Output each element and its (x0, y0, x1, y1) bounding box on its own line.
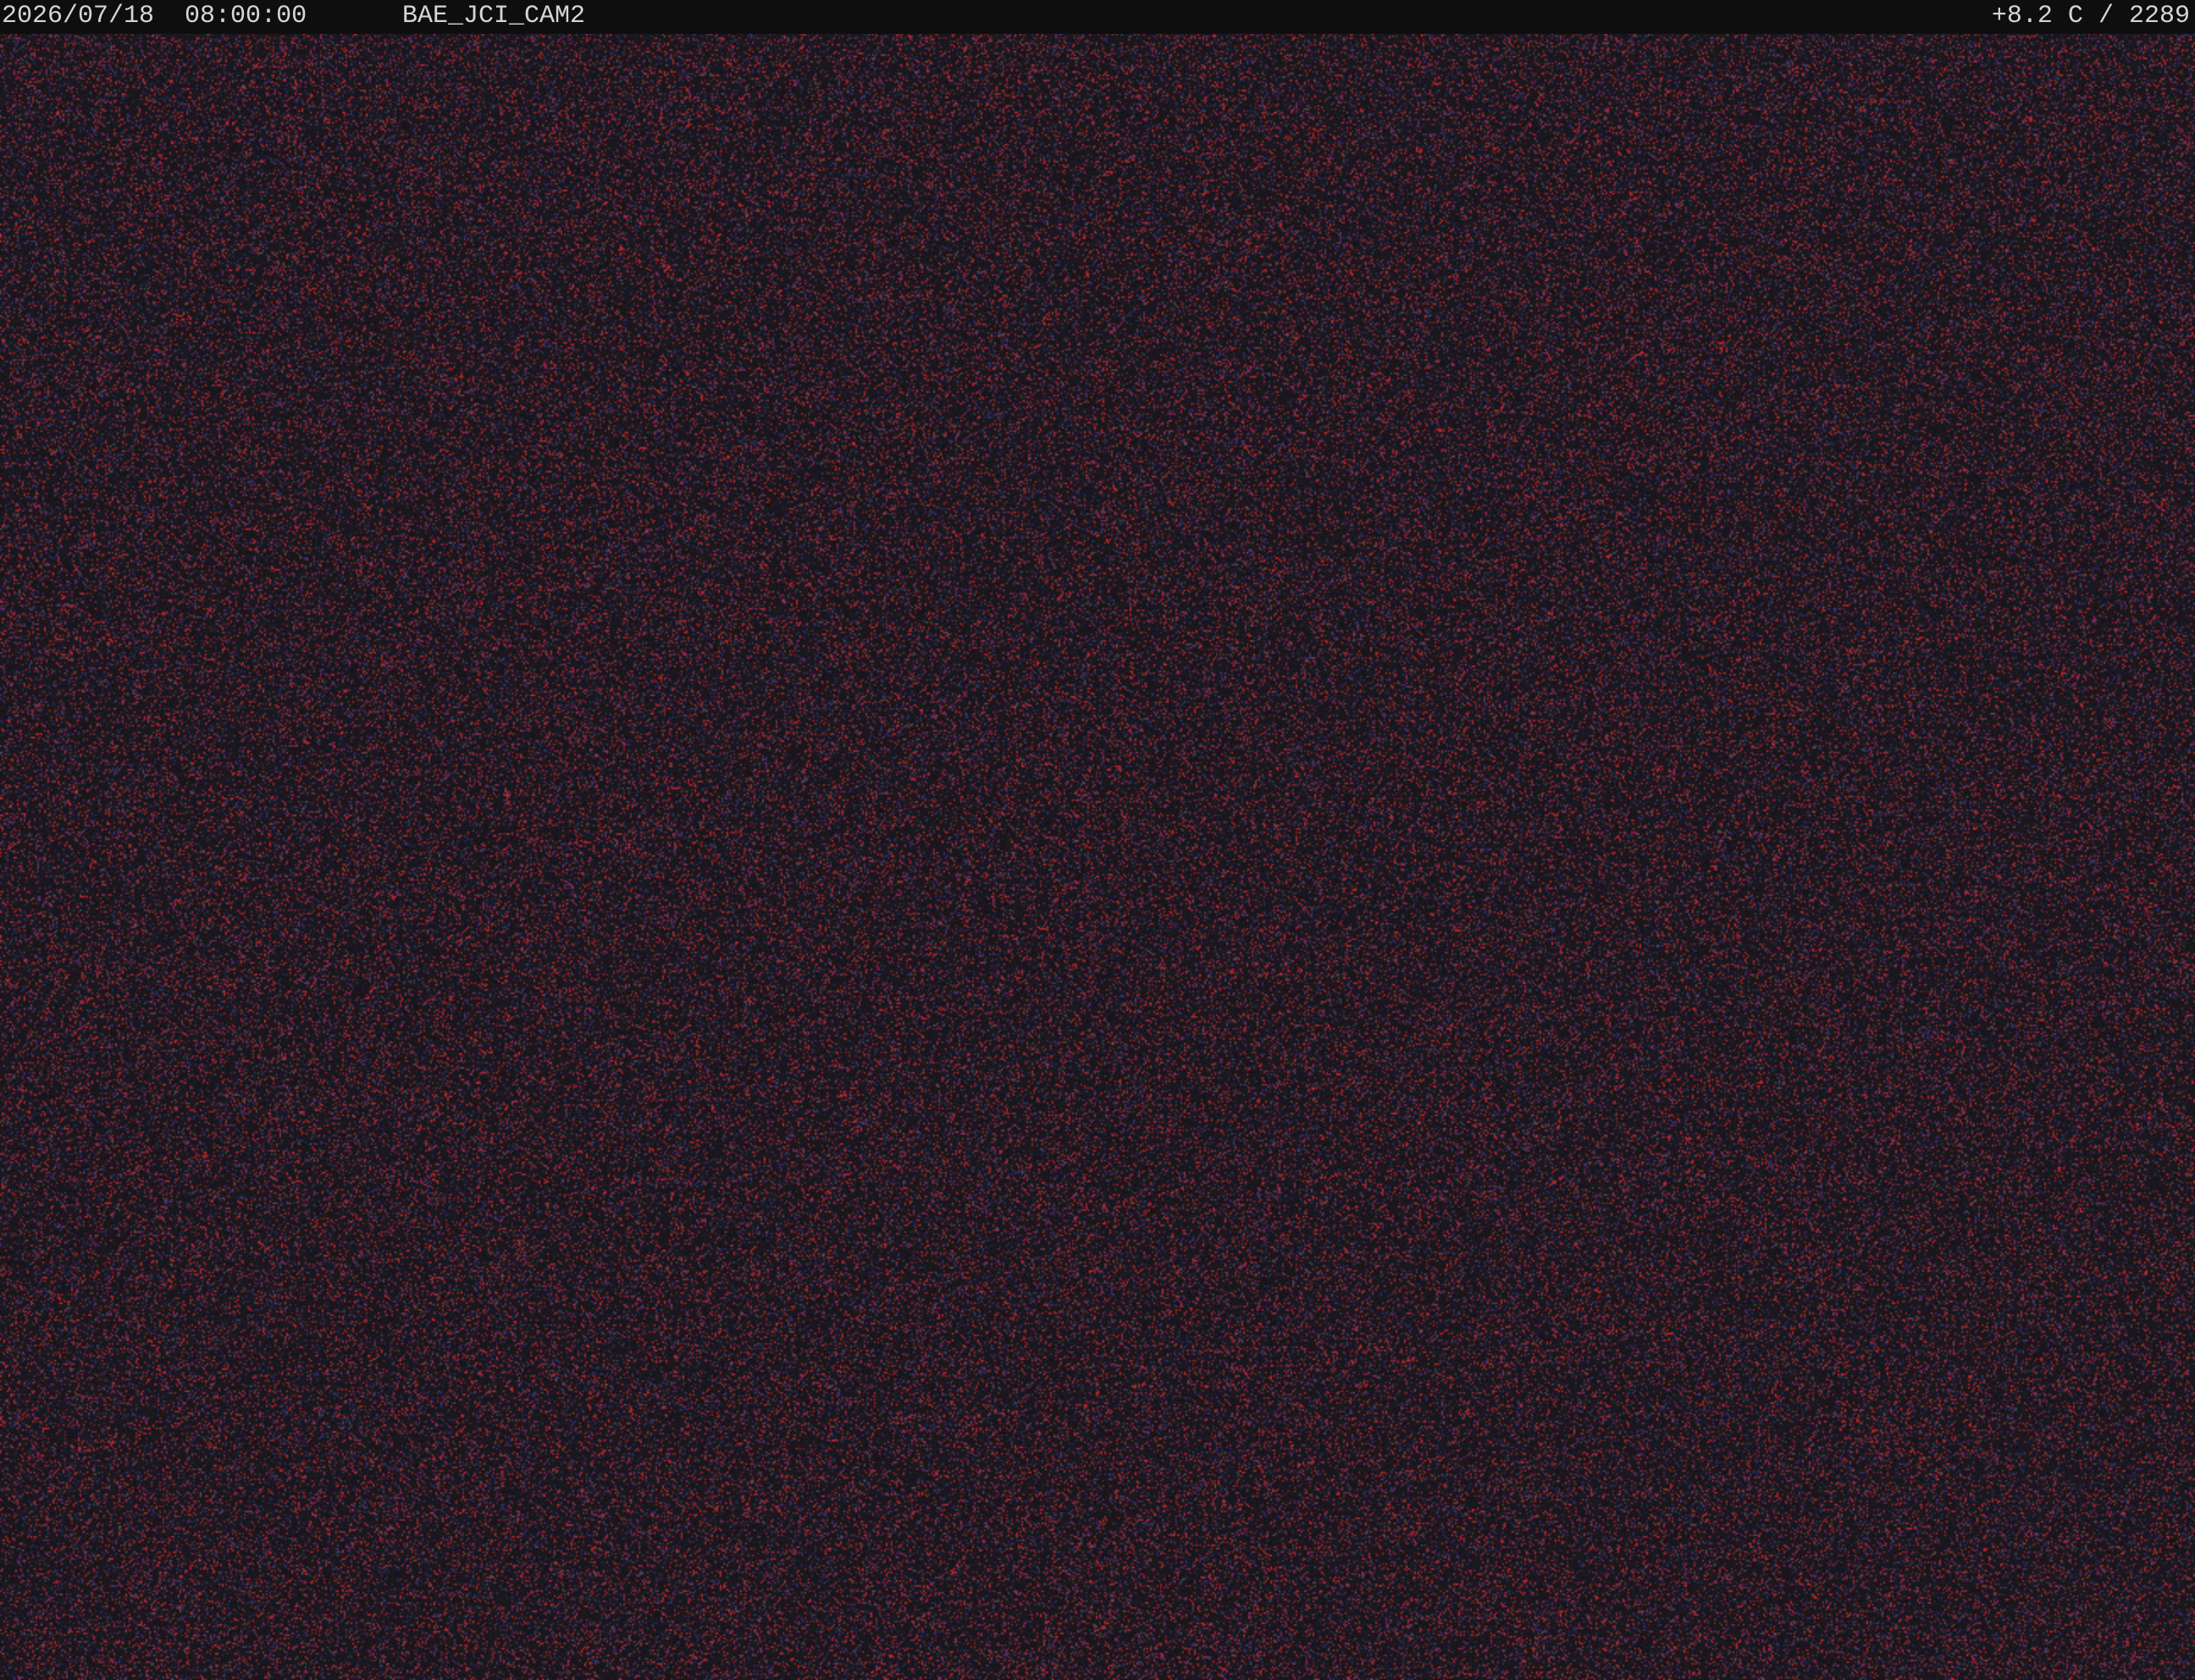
timestamp-overlay-bar: 2026/07/18 08:00:00 BAE_JCI_CAM2 +8.2 C … (0, 0, 2195, 34)
time-text: 08:00:00 (185, 2, 307, 30)
separator-text: / (2098, 2, 2114, 30)
frame-counter-text: 2289 (2128, 2, 2190, 30)
dark-night-scene (0, 0, 2195, 1680)
datetime-stamp: 2026/07/18 08:00:00 (2, 0, 307, 32)
camera-id-label: BAE_JCI_CAM2 (402, 2, 586, 30)
temperature-text: +8.2 C (1991, 2, 2083, 30)
sensor-readout: +8.2 C / 2289 (1992, 0, 2190, 32)
date-text: 2026/07/18 (2, 2, 155, 30)
webcam-frame: 2026/07/18 08:00:00 BAE_JCI_CAM2 +8.2 C … (0, 0, 2195, 1680)
